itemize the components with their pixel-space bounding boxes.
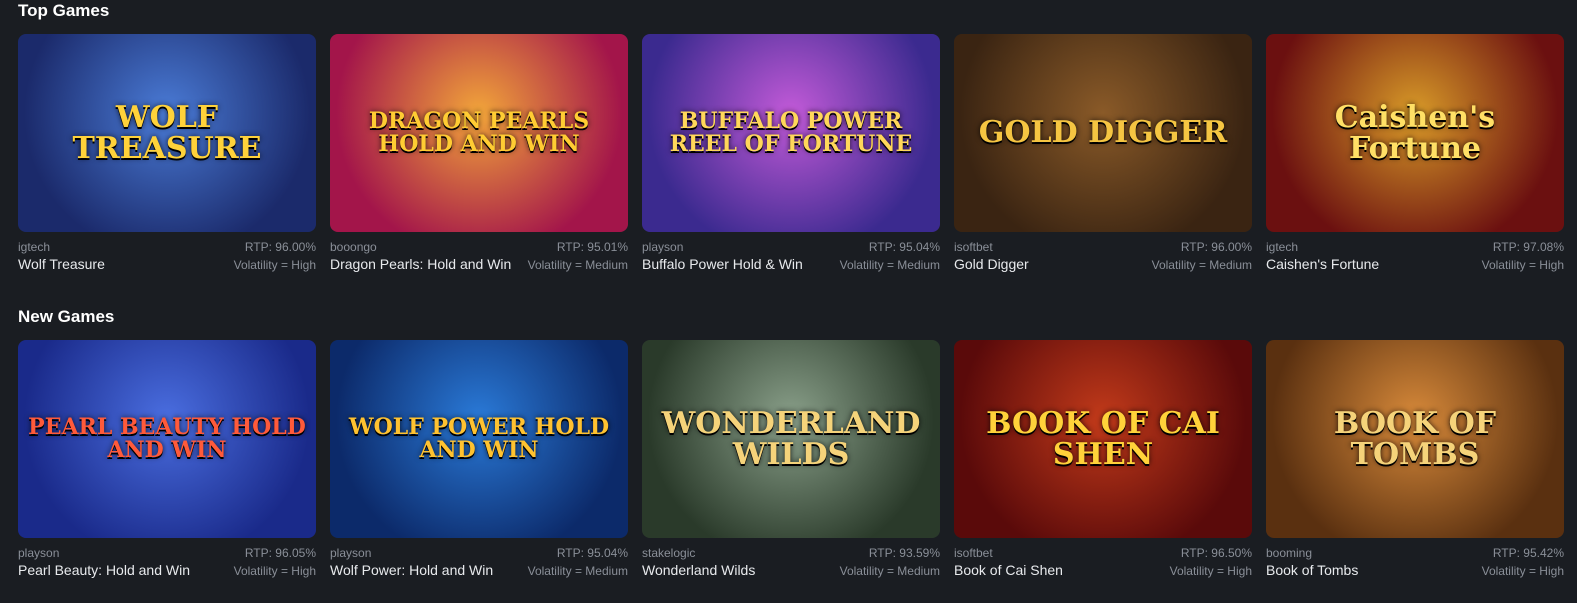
- game-meta: igtech RTP: 97.08% Caishen's Fortune Vol…: [1266, 240, 1564, 272]
- game-provider: booming: [1266, 546, 1313, 560]
- game-thumbnail[interactable]: WONDERLAND WILDS: [642, 340, 940, 538]
- game-meta: booongo RTP: 95.01% Dragon Pearls: Hold …: [330, 240, 628, 272]
- game-thumbnail[interactable]: BUFFALO POWER REEL OF FORTUNE: [642, 34, 940, 232]
- top-games-section: Top Games WOLF TREASURE igtech RTP: 96.0…: [18, 0, 1577, 272]
- game-thumbnail[interactable]: Caishen's Fortune: [1266, 34, 1564, 232]
- game-provider: igtech: [18, 240, 51, 254]
- game-thumbnail[interactable]: WOLF TREASURE: [18, 34, 316, 232]
- game-rtp: RTP: 97.08%: [1492, 240, 1564, 254]
- game-name[interactable]: Dragon Pearls: Hold and Win: [330, 256, 511, 272]
- game-card[interactable]: PEARL BEAUTY HOLD AND WIN playson RTP: 9…: [18, 340, 316, 578]
- game-logo: WOLF TREASURE: [72, 99, 262, 166]
- game-name[interactable]: Buffalo Power Hold & Win: [642, 256, 803, 272]
- game-name[interactable]: Wolf Treasure: [18, 256, 105, 272]
- game-rtp: RTP: 96.05%: [244, 546, 316, 560]
- game-card[interactable]: WONDERLAND WILDS stakelogic RTP: 93.59% …: [642, 340, 940, 578]
- game-logo: WOLF POWER HOLD AND WIN: [348, 413, 610, 463]
- game-card[interactable]: WOLF POWER HOLD AND WIN playson RTP: 95.…: [330, 340, 628, 578]
- game-rtp: RTP: 95.01%: [556, 240, 628, 254]
- game-rtp: RTP: 96.50%: [1180, 546, 1252, 560]
- game-provider: playson: [642, 240, 684, 254]
- game-volatility: Volatility = High: [1481, 258, 1564, 272]
- game-volatility: Volatility = Medium: [527, 258, 628, 272]
- game-volatility: Volatility = Medium: [1151, 258, 1252, 272]
- game-card[interactable]: BUFFALO POWER REEL OF FORTUNE playson RT…: [642, 34, 940, 272]
- game-meta: igtech RTP: 96.00% Wolf Treasure Volatil…: [18, 240, 316, 272]
- game-logo: PEARL BEAUTY HOLD AND WIN: [28, 413, 306, 463]
- game-logo: WONDERLAND WILDS: [661, 405, 921, 472]
- game-volatility: Volatility = Medium: [839, 258, 940, 272]
- game-meta: stakelogic RTP: 93.59% Wonderland Wilds …: [642, 546, 940, 578]
- games-row: PEARL BEAUTY HOLD AND WIN playson RTP: 9…: [18, 340, 1577, 578]
- game-meta: playson RTP: 96.05% Pearl Beauty: Hold a…: [18, 546, 316, 578]
- game-card[interactable]: BOOK OF TOMBS booming RTP: 95.42% Book o…: [1266, 340, 1564, 578]
- game-volatility: Volatility = Medium: [839, 564, 940, 578]
- game-logo: GOLD DIGGER: [978, 115, 1228, 151]
- game-meta: isoftbet RTP: 96.00% Gold Digger Volatil…: [954, 240, 1252, 272]
- game-name[interactable]: Wolf Power: Hold and Win: [330, 562, 493, 578]
- game-card[interactable]: Caishen's Fortune igtech RTP: 97.08% Cai…: [1266, 34, 1564, 272]
- game-meta: playson RTP: 95.04% Buffalo Power Hold &…: [642, 240, 940, 272]
- game-volatility: Volatility = Medium: [527, 564, 628, 578]
- game-name[interactable]: Caishen's Fortune: [1266, 256, 1379, 272]
- games-row: WOLF TREASURE igtech RTP: 96.00% Wolf Tr…: [18, 34, 1577, 272]
- game-rtp: RTP: 95.42%: [1492, 546, 1564, 560]
- game-thumbnail[interactable]: BOOK OF TOMBS: [1266, 340, 1564, 538]
- game-volatility: Volatility = High: [233, 564, 316, 578]
- game-provider: playson: [18, 546, 60, 560]
- game-rtp: RTP: 95.04%: [868, 240, 940, 254]
- game-provider: isoftbet: [954, 546, 993, 560]
- game-rtp: RTP: 95.04%: [556, 546, 628, 560]
- game-name[interactable]: Wonderland Wilds: [642, 562, 755, 578]
- game-volatility: Volatility = High: [1169, 564, 1252, 578]
- game-card[interactable]: BOOK OF CAI SHEN isoftbet RTP: 96.50% Bo…: [954, 340, 1252, 578]
- game-card[interactable]: WOLF TREASURE igtech RTP: 96.00% Wolf Tr…: [18, 34, 316, 272]
- game-logo: Caishen's Fortune: [1334, 99, 1496, 166]
- game-provider: igtech: [1266, 240, 1299, 254]
- game-provider: booongo: [330, 240, 377, 254]
- game-thumbnail[interactable]: WOLF POWER HOLD AND WIN: [330, 340, 628, 538]
- game-rtp: RTP: 96.00%: [244, 240, 316, 254]
- game-rtp: RTP: 93.59%: [868, 546, 940, 560]
- new-games-section: New Games PEARL BEAUTY HOLD AND WIN play…: [18, 306, 1577, 578]
- game-provider: playson: [330, 546, 372, 560]
- game-logo: BOOK OF TOMBS: [1333, 405, 1497, 472]
- game-meta: playson RTP: 95.04% Wolf Power: Hold and…: [330, 546, 628, 578]
- game-provider: stakelogic: [642, 546, 696, 560]
- game-meta: isoftbet RTP: 96.50% Book of Cai Shen Vo…: [954, 546, 1252, 578]
- game-thumbnail[interactable]: GOLD DIGGER: [954, 34, 1252, 232]
- game-volatility: Volatility = High: [1481, 564, 1564, 578]
- game-logo: DRAGON PEARLS HOLD AND WIN: [368, 107, 590, 157]
- section-title: Top Games: [18, 1, 110, 20]
- game-thumbnail[interactable]: PEARL BEAUTY HOLD AND WIN: [18, 340, 316, 538]
- game-meta: booming RTP: 95.42% Book of Tombs Volati…: [1266, 546, 1564, 578]
- game-name[interactable]: Gold Digger: [954, 256, 1029, 272]
- section-title: New Games: [18, 307, 115, 326]
- game-name[interactable]: Book of Tombs: [1266, 562, 1358, 578]
- game-logo: BUFFALO POWER REEL OF FORTUNE: [669, 107, 913, 157]
- game-thumbnail[interactable]: DRAGON PEARLS HOLD AND WIN: [330, 34, 628, 232]
- game-name[interactable]: Pearl Beauty: Hold and Win: [18, 562, 190, 578]
- game-provider: isoftbet: [954, 240, 993, 254]
- game-name[interactable]: Book of Cai Shen: [954, 562, 1063, 578]
- game-logo: BOOK OF CAI SHEN: [986, 405, 1220, 472]
- game-card[interactable]: GOLD DIGGER isoftbet RTP: 96.00% Gold Di…: [954, 34, 1252, 272]
- game-card[interactable]: DRAGON PEARLS HOLD AND WIN booongo RTP: …: [330, 34, 628, 272]
- game-rtp: RTP: 96.00%: [1180, 240, 1252, 254]
- game-thumbnail[interactable]: BOOK OF CAI SHEN: [954, 340, 1252, 538]
- game-volatility: Volatility = High: [233, 258, 316, 272]
